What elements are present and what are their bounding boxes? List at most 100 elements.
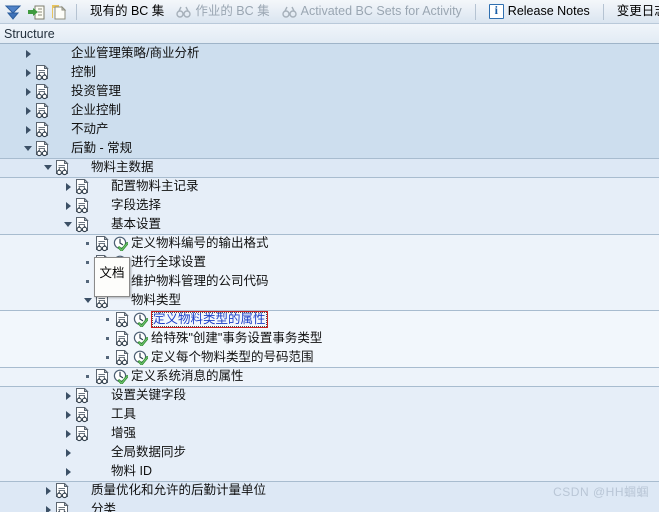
existing-bc-sets-label: 现有的 BC 集 — [90, 1, 164, 22]
tree-row[interactable]: 企业管理策略/商业分析 — [0, 44, 659, 63]
tree-twisty-closed[interactable] — [22, 120, 35, 139]
tree-indent — [0, 177, 62, 196]
tree-row[interactable]: 定义系统消息的属性 — [0, 367, 659, 386]
img-node-icon — [95, 369, 110, 385]
img-activity-icon — [113, 369, 128, 384]
img-node-icon — [35, 122, 50, 138]
tree-row[interactable]: 企业控制 — [0, 101, 659, 120]
tree-indent — [0, 272, 82, 291]
tree-indent — [0, 329, 102, 348]
tree-row-label: 全局数据同步 — [111, 443, 186, 462]
img-node-icon — [55, 502, 70, 512]
tree-row-label: 基本设置 — [111, 215, 161, 234]
tree-twisty-leaf[interactable] — [102, 329, 115, 348]
tree-twisty-closed[interactable] — [62, 443, 75, 462]
tree-twisty-closed[interactable] — [62, 196, 75, 215]
csdn-watermark: CSDN @HH蝈蝈 — [553, 483, 649, 500]
tree-twisty-open[interactable] — [42, 158, 55, 177]
tree-row[interactable]: 增强 — [0, 424, 659, 443]
tree-twisty-closed[interactable] — [62, 424, 75, 443]
tree-row-label: 物料主数据 — [91, 158, 154, 177]
tree-row-label: 工具 — [111, 405, 136, 424]
tree-twisty-closed[interactable] — [62, 386, 75, 405]
tree-row-label-selected: 定义物料类型的属性 — [151, 311, 268, 328]
tree-row-label: 定义每个物料类型的号码范围 — [151, 348, 314, 367]
tree-twisty-closed[interactable] — [62, 177, 75, 196]
tree-indent — [0, 44, 22, 63]
img-node-icon — [115, 312, 130, 328]
tree-row[interactable]: 物料主数据 — [0, 158, 659, 177]
tree-row[interactable]: 不动产 — [0, 120, 659, 139]
release-notes-button[interactable]: Release Notes — [483, 1, 596, 22]
toolbar-separator-3 — [603, 4, 604, 20]
tree-twisty-closed[interactable] — [62, 405, 75, 424]
toolbar-separator-2 — [475, 4, 476, 20]
img-node-icon — [75, 388, 90, 404]
tree-twisty-leaf[interactable] — [82, 367, 95, 386]
tree-indent — [0, 63, 22, 82]
tree-indent — [0, 386, 62, 405]
tree-twisty-open[interactable] — [62, 215, 75, 234]
tree-indent — [0, 462, 62, 481]
img-node-icon — [35, 84, 50, 100]
img-node-icon — [115, 331, 130, 347]
assigned-bc-sets-button[interactable]: 作业的 BC 集 — [170, 1, 275, 22]
tree-row-label: 企业管理策略/商业分析 — [71, 44, 199, 63]
img-activity-icon — [133, 331, 148, 346]
tree-indent — [0, 120, 22, 139]
change-log-button[interactable]: 变更日志 — [611, 1, 659, 22]
tree-row[interactable]: 全局数据同步 — [0, 443, 659, 462]
new-document-icon[interactable] — [49, 2, 69, 22]
tree-row[interactable]: 字段选择 — [0, 196, 659, 215]
tree-row[interactable]: 物料 ID — [0, 462, 659, 481]
tree-twisty-leaf[interactable] — [102, 348, 115, 367]
tooltip-text: 文档 — [99, 262, 124, 281]
tree-twisty-closed[interactable] — [22, 63, 35, 82]
activated-bc-sets-button[interactable]: Activated BC Sets for Activity — [276, 1, 468, 22]
tree-row[interactable]: 控制 — [0, 63, 659, 82]
img-node-icon — [55, 483, 70, 499]
tree-twisty-closed[interactable] — [42, 500, 55, 512]
tree-row[interactable]: 配置物料主记录 — [0, 177, 659, 196]
tree-row[interactable]: 投资管理 — [0, 82, 659, 101]
img-node-icon — [35, 103, 50, 119]
tree-row-label: 进行全球设置 — [131, 253, 206, 272]
tree-row-label: 不动产 — [71, 120, 109, 139]
tree-twisty-closed[interactable] — [22, 82, 35, 101]
tree-row-label: 定义物料编号的输出格式 — [131, 234, 269, 253]
img-structure-tree[interactable]: 企业管理策略/商业分析控制投资管理企业控制不动产后勤 - 常规物料主数据配置物料… — [0, 44, 659, 512]
tree-row[interactable]: 定义每个物料类型的号码范围 — [0, 348, 659, 367]
tree-row-label: 物料类型 — [131, 291, 181, 310]
tree-row-label: 企业控制 — [71, 101, 121, 120]
tree-twisty-leaf[interactable] — [102, 310, 115, 329]
tree-twisty-leaf[interactable] — [82, 234, 95, 253]
chevron-down-blue-icon[interactable] — [3, 2, 23, 22]
tree-row[interactable]: 定义物料编号的输出格式 — [0, 234, 659, 253]
tree-twisty-closed[interactable] — [22, 101, 35, 120]
top-toolbar: 现有的 BC 集 作业的 BC 集 Activated BC Sets for … — [0, 0, 659, 24]
img-node-icon — [95, 236, 110, 252]
binoculars-icon — [176, 6, 191, 18]
toolbar-separator-1 — [76, 4, 77, 20]
tree-row[interactable]: 定义物料类型的属性 — [0, 310, 659, 329]
document-tooltip: 文档 — [94, 257, 130, 297]
tree-row-label: 维护物料管理的公司代码 — [131, 272, 269, 291]
tree-twisty-open[interactable] — [22, 139, 35, 158]
tree-twisty-closed[interactable] — [62, 462, 75, 481]
tree-row[interactable]: 基本设置 — [0, 215, 659, 234]
tree-row-label: 给特殊"创建"事务设置事务类型 — [151, 329, 322, 348]
tree-row[interactable]: 工具 — [0, 405, 659, 424]
tree-row[interactable]: 给特殊"创建"事务设置事务类型 — [0, 329, 659, 348]
tree-indent — [0, 424, 62, 443]
green-arrow-into-box-icon[interactable] — [26, 2, 46, 22]
tree-twisty-closed[interactable] — [22, 44, 35, 63]
tree-indent — [0, 500, 42, 512]
tree-row[interactable]: 后勤 - 常规 — [0, 139, 659, 158]
tree-twisty-closed[interactable] — [42, 481, 55, 500]
tree-row[interactable]: 分类 — [0, 500, 659, 512]
tree-indent — [0, 367, 82, 386]
existing-bc-sets-button[interactable]: 现有的 BC 集 — [84, 1, 170, 22]
img-node-icon — [75, 407, 90, 423]
tree-row[interactable]: 设置关键字段 — [0, 386, 659, 405]
structure-column-header: Structure — [0, 24, 659, 44]
